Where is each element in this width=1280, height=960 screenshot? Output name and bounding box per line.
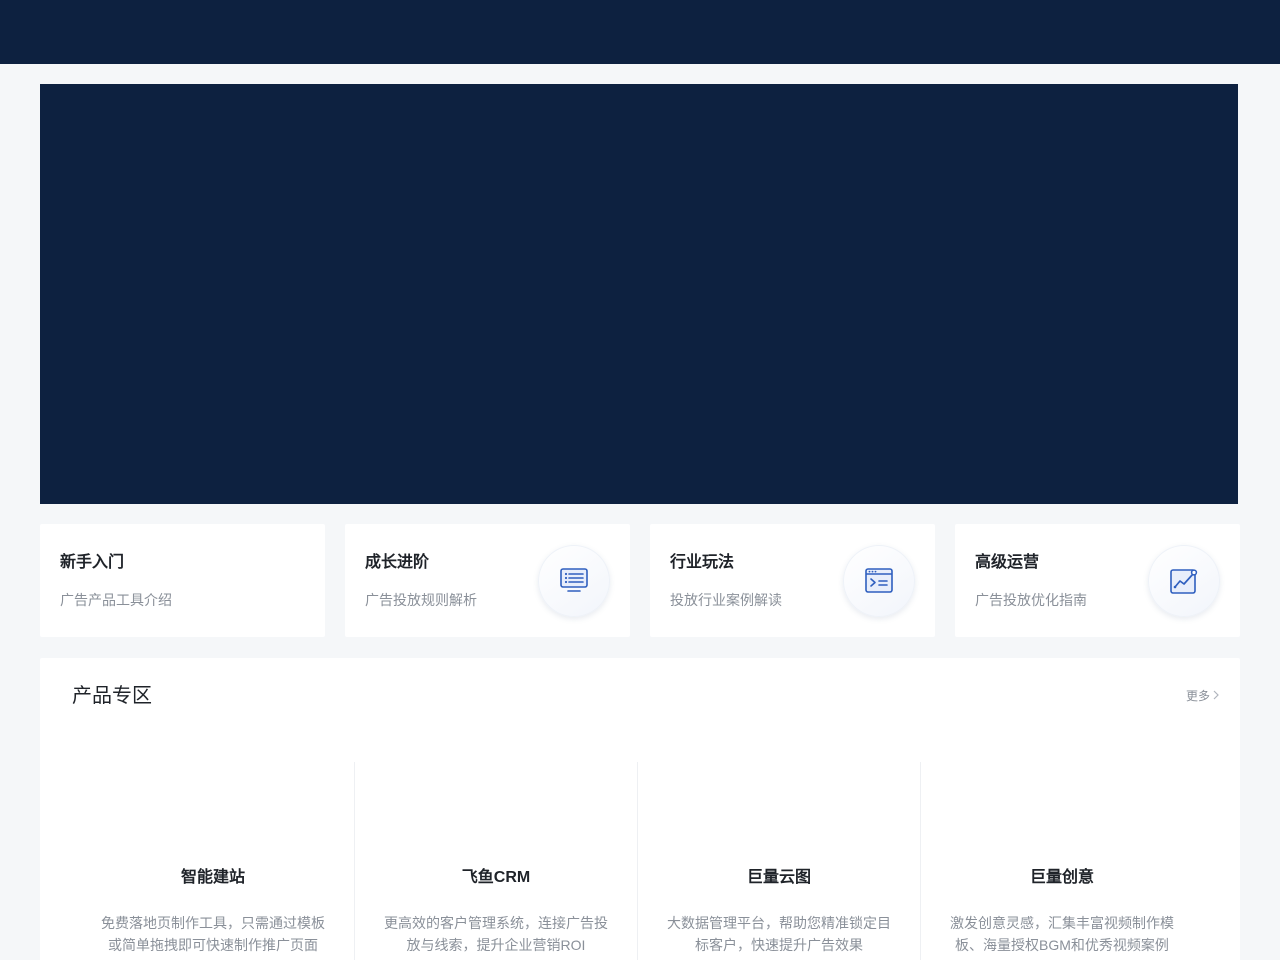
quick-card-desc: 广告投放规则解析: [365, 592, 477, 608]
quick-card-desc: 广告产品工具介绍: [60, 592, 172, 608]
quick-card-desc: 投放行业案例解读: [670, 592, 782, 608]
section-title: 产品专区: [72, 685, 152, 707]
quick-entry-cards: 新手入门 广告产品工具介绍 成长进阶 广告投放规则解析 行业玩法 投放行业案例解…: [40, 524, 1240, 637]
product-title: 巨量创意: [1029, 869, 1094, 886]
quick-card-title: 新手入门: [60, 554, 125, 571]
quick-card-advanced[interactable]: 高级运营 广告投放优化指南: [955, 524, 1240, 637]
trend-chart-icon: [1148, 545, 1220, 617]
product-desc: 激发创意灵感，汇集丰富视频制作模板、海量授权BGM和优秀视频案例: [950, 915, 1174, 953]
quick-card-beginner[interactable]: 新手入门 广告产品工具介绍: [40, 524, 325, 637]
product-title: 巨量云图: [746, 869, 811, 886]
more-link-label: 更多: [1185, 689, 1210, 703]
product-card-crm[interactable]: 飞鱼CRM 更高效的客户管理系统，连接广告投放与线索，提升企业营销ROI: [355, 762, 637, 960]
chevron-right-icon: [1212, 688, 1220, 704]
quick-card-title: 高级运营: [975, 554, 1040, 571]
top-navigation-bar: [0, 0, 1280, 64]
product-card-cloud-map[interactable]: 巨量云图 大数据管理平台，帮助您精准锁定目标客户，快速提升广告效果: [638, 762, 920, 960]
quick-card-title: 行业玩法: [670, 554, 735, 571]
product-card-creative[interactable]: 巨量创意 激发创意灵感，汇集丰富视频制作模板、海量授权BGM和优秀视频案例: [921, 762, 1203, 960]
product-title: 飞鱼CRM: [461, 869, 531, 886]
product-card-site-builder[interactable]: 智能建站 免费落地页制作工具，只需通过模板或简单拖拽即可快速制作推广页面: [72, 762, 354, 960]
product-desc: 免费落地页制作工具，只需通过模板或简单拖拽即可快速制作推广页面: [101, 915, 325, 953]
quick-card-growth[interactable]: 成长进阶 广告投放规则解析: [345, 524, 630, 637]
product-desc: 大数据管理平台，帮助您精准锁定目标客户，快速提升广告效果: [667, 915, 891, 953]
list-document-icon: [538, 545, 610, 617]
product-zone: 产品专区 更多 智能建站 免费落地页制作工具，只需通过模板或简单拖拽即可快速制作…: [40, 658, 1240, 960]
product-title: 智能建站: [180, 869, 245, 886]
quick-card-desc: 广告投放优化指南: [975, 592, 1087, 608]
quick-card-title: 成长进阶: [365, 554, 430, 571]
quick-card-industry[interactable]: 行业玩法 投放行业案例解读: [650, 524, 935, 637]
hero-banner[interactable]: [40, 84, 1238, 504]
product-desc: 更高效的客户管理系统，连接广告投放与线索，提升企业营销ROI: [384, 915, 608, 953]
terminal-window-icon: [843, 545, 915, 617]
more-link[interactable]: 更多: [1186, 688, 1220, 704]
